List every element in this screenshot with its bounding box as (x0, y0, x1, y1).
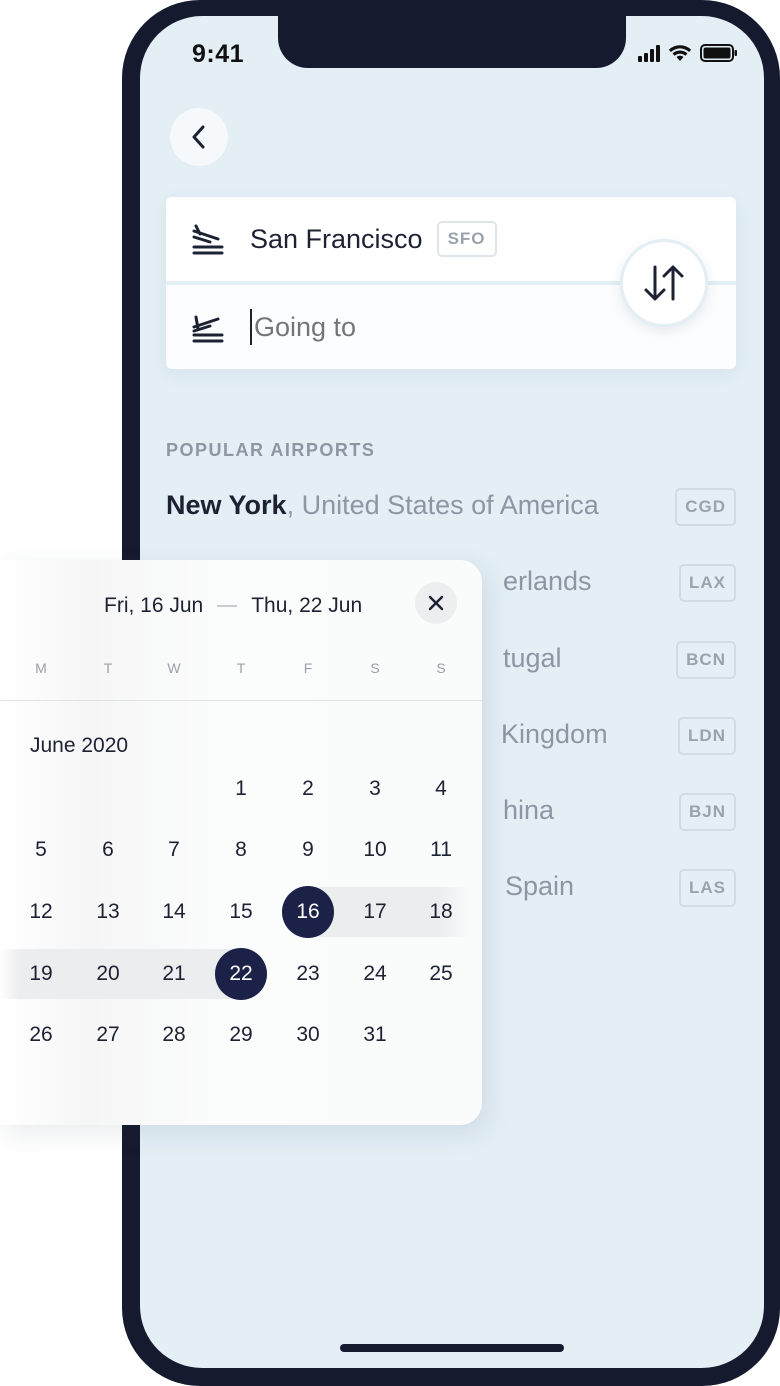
weekday-label: S (436, 660, 446, 676)
back-button[interactable] (170, 108, 228, 166)
airport-city: New York (166, 490, 287, 520)
chevron-left-icon (192, 125, 205, 149)
date-picker-header: Fri, 16 Jun Thu, 22 Jun (0, 582, 482, 630)
calendar-day[interactable]: 29 (215, 1009, 267, 1061)
selected-day[interactable]: 22 (215, 948, 267, 1000)
range-dash (217, 605, 238, 607)
weekday-label: F (303, 660, 313, 676)
calendar-day[interactable]: 9 (282, 824, 334, 876)
calendar-day[interactable]: 25 (415, 948, 467, 1000)
airport-name-partial: Spain (505, 871, 575, 901)
calendar-day[interactable]: 19 (15, 948, 67, 1000)
notch (278, 16, 626, 68)
airport-code-badge: BJN (678, 793, 736, 831)
origin-city: San Francisco (250, 223, 423, 254)
plane-landing-icon (192, 315, 224, 343)
calendar-day[interactable]: 24 (349, 948, 401, 1000)
airport-code-badge: CGD (675, 488, 736, 526)
signal-icon (638, 44, 660, 62)
calendar-day[interactable]: 2 (282, 763, 334, 815)
status-icons (638, 44, 738, 62)
calendar-day[interactable]: 15 (215, 886, 267, 938)
selected-date-range: Fri, 16 Jun Thu, 22 Jun (104, 594, 362, 618)
airport-name: New York, United States of America (166, 490, 599, 521)
calendar-day[interactable]: 28 (148, 1009, 200, 1061)
weekday-label: T (103, 660, 113, 676)
status-time: 9:41 (192, 40, 245, 68)
battery-icon (700, 44, 737, 62)
airport-code-badge: BCN (676, 641, 736, 679)
range-start-label: Fri, 16 Jun (104, 594, 204, 617)
airport-country: , United States of America (286, 490, 599, 520)
airport-code-badge: LDN (678, 717, 736, 755)
wifi-icon (668, 45, 692, 61)
swap-arrows-icon (644, 265, 684, 301)
airport-name-partial: tugal (503, 643, 562, 673)
calendar-day[interactable]: 3 (349, 763, 401, 815)
calendar-day[interactable]: 20 (82, 948, 134, 1000)
calendar-day[interactable]: 26 (15, 1009, 67, 1061)
calendar-day[interactable]: 30 (282, 1009, 334, 1061)
selected-day[interactable]: 16 (282, 886, 334, 938)
calendar-day[interactable]: 13 (82, 886, 134, 938)
calendar-day[interactable]: 23 (282, 948, 334, 1000)
swap-button[interactable] (620, 239, 708, 327)
origin-code-badge: SFO (436, 221, 497, 257)
calendar-day[interactable]: 31 (349, 1009, 401, 1061)
weekday-label: S (370, 660, 380, 676)
calendar-day[interactable]: 5 (15, 824, 67, 876)
airport-code-badge: LAX (679, 564, 736, 602)
calendar-day[interactable]: 1 (215, 763, 267, 815)
calendar-day[interactable]: 6 (82, 824, 134, 876)
weekday-label: T (236, 660, 246, 676)
close-icon (428, 595, 444, 611)
airport-name-partial: hina (503, 795, 555, 825)
calendar-day[interactable]: 17 (349, 886, 401, 938)
weekday-label: M (35, 660, 47, 676)
airport-name-partial: erlands (503, 566, 592, 596)
calendar-day[interactable]: 11 (415, 824, 467, 876)
home-indicator (340, 1344, 564, 1352)
airport-code-badge: LAS (679, 869, 736, 907)
plane-takeoff-icon (192, 224, 224, 255)
calendar-day[interactable]: 27 (82, 1009, 134, 1061)
calendar-day[interactable]: 7 (148, 824, 200, 876)
calendar-day[interactable]: 18 (415, 886, 467, 938)
calendar-day[interactable]: 14 (148, 886, 200, 938)
weekday-label: W (167, 660, 181, 676)
month-label: June 2020 (30, 734, 129, 757)
calendar-day[interactable]: 4 (415, 763, 467, 815)
popular-airports-title: POPULAR AIRPORTS (166, 440, 376, 460)
destination-input[interactable] (252, 310, 556, 344)
calendar-day[interactable]: 8 (215, 824, 267, 876)
calendar-day[interactable]: 12 (15, 886, 67, 938)
close-button[interactable] (415, 582, 457, 624)
airport-list-item[interactable]: New York, United States of America CGD (166, 488, 736, 530)
calendar-day[interactable]: 10 (349, 824, 401, 876)
range-end-label: Thu, 22 Jun (251, 594, 363, 617)
weekday-divider (0, 700, 482, 701)
airport-name-partial: Kingdom (501, 719, 608, 749)
calendar-day[interactable]: 21 (148, 948, 200, 1000)
